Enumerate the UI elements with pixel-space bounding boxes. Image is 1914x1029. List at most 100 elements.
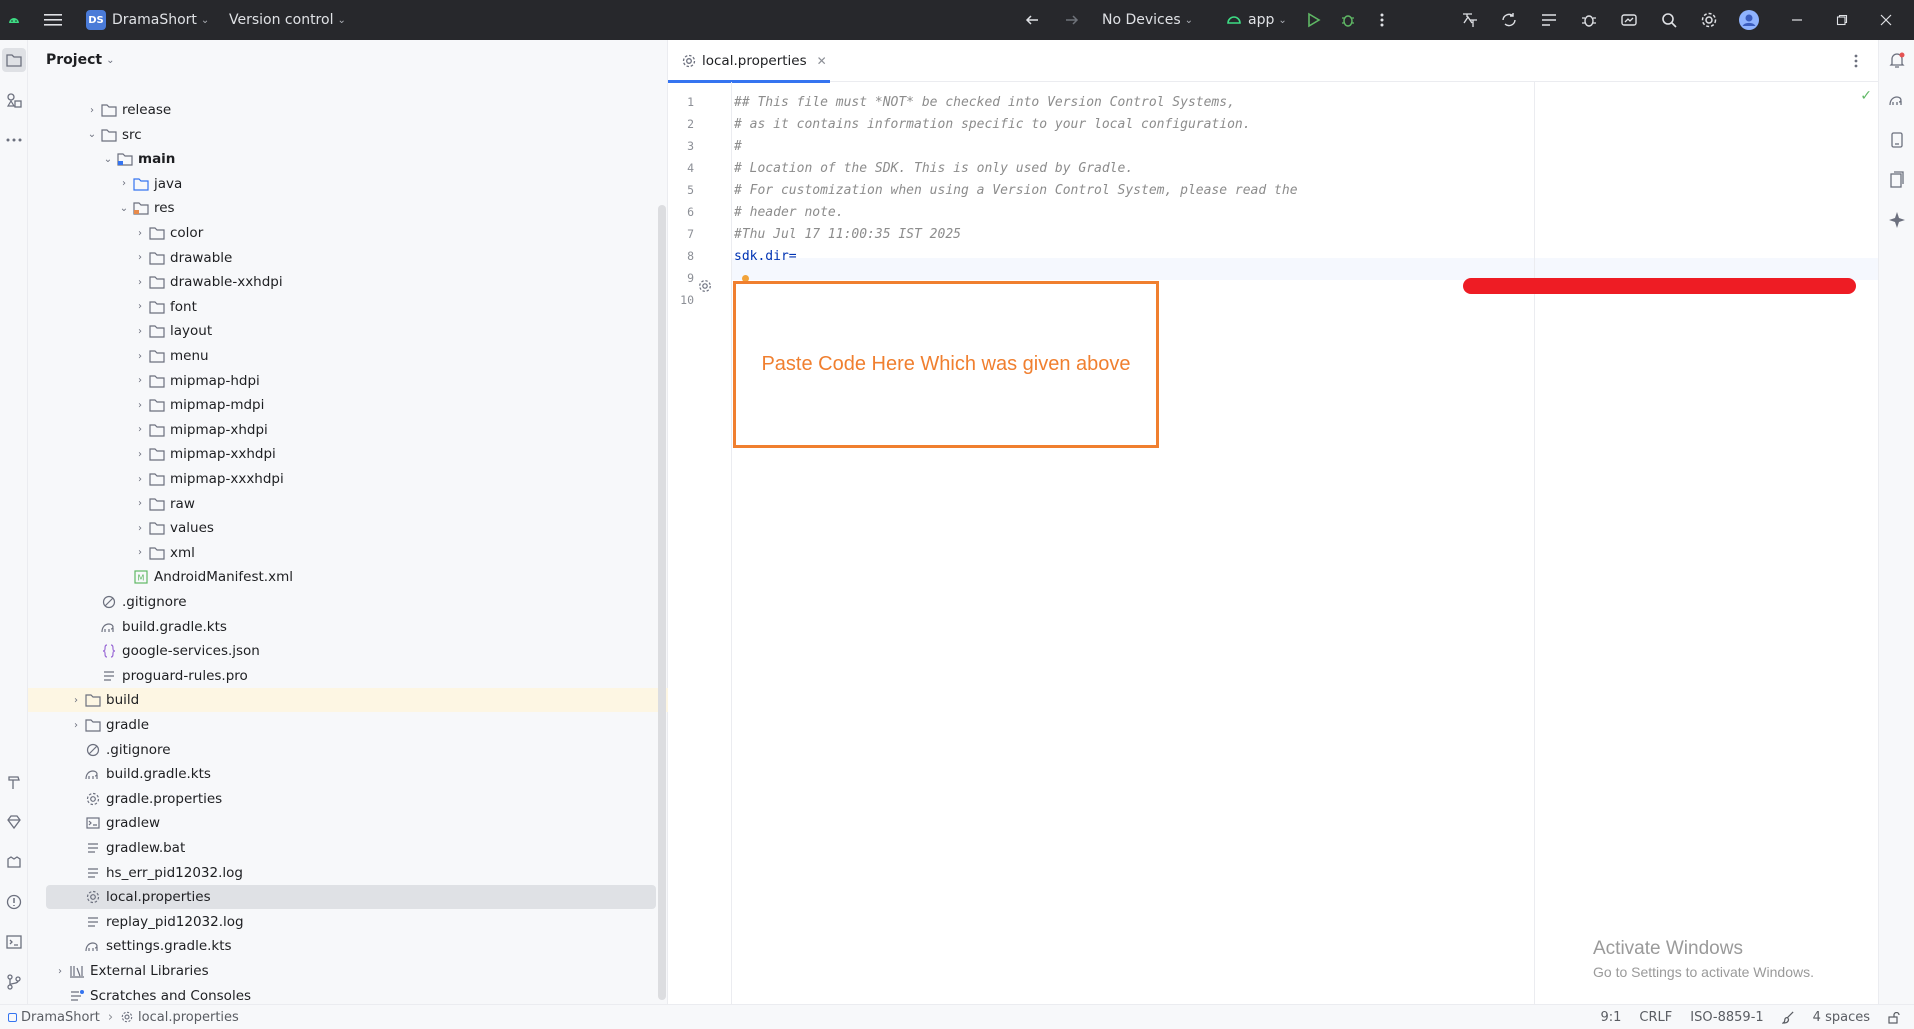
debug-icon[interactable] (1336, 8, 1360, 32)
tree-item[interactable]: › xml (28, 541, 668, 565)
run-config-selector[interactable]: app ⌄ (1226, 0, 1287, 40)
chevron-right-icon[interactable]: › (132, 498, 148, 509)
structure-icon[interactable] (1537, 8, 1561, 32)
breadcrumb-file[interactable]: local.properties (138, 1010, 239, 1025)
tab-local-properties[interactable]: local.properties ✕ (668, 40, 830, 83)
chevron-down-icon[interactable]: ⌄ (116, 203, 132, 214)
avatar[interactable] (1737, 8, 1761, 32)
problems-icon[interactable] (2, 890, 26, 914)
tree-item[interactable]: build.gradle.kts (28, 762, 668, 786)
device-selector[interactable]: No Devices ⌄ (1102, 0, 1193, 40)
chevron-right-icon[interactable]: › (116, 178, 132, 189)
forward-arrow-icon[interactable] (1060, 8, 1084, 32)
restore-icon[interactable] (1830, 8, 1854, 32)
tree-item[interactable]: ⌄ main (28, 147, 668, 171)
translate-icon[interactable] (1458, 8, 1482, 32)
file-encoding[interactable]: ISO-8859-1 (1690, 1010, 1763, 1025)
chevron-right-icon[interactable]: › (132, 474, 148, 485)
tree-item[interactable]: › drawable (28, 246, 668, 270)
tree-item[interactable]: build.gradle.kts (28, 615, 668, 639)
back-arrow-icon[interactable] (1020, 8, 1044, 32)
chevron-right-icon[interactable]: › (84, 105, 100, 116)
main-menu-icon[interactable] (41, 8, 65, 32)
minimize-icon[interactable] (1785, 8, 1809, 32)
more-vertical-icon[interactable] (1854, 53, 1858, 73)
tree-item[interactable]: › drawable-xxhdpi (28, 270, 668, 294)
tree-item[interactable]: settings.gradle.kts (28, 934, 668, 958)
tree-item[interactable]: gradle.properties (28, 787, 668, 811)
tree-item[interactable]: .gitignore (28, 590, 668, 614)
chevron-right-icon[interactable]: › (132, 252, 148, 263)
chevron-right-icon[interactable]: › (132, 326, 148, 337)
tree-item[interactable]: › mipmap-xhdpi (28, 418, 668, 442)
tree-item[interactable]: › font (28, 295, 668, 319)
chevron-right-icon[interactable]: › (132, 301, 148, 312)
tree-item[interactable]: › release (28, 98, 668, 122)
vcs-selector[interactable]: Version control ⌄ (229, 0, 346, 40)
git-branch-icon[interactable] (2, 970, 26, 994)
tree-item[interactable]: gradlew.bat (28, 836, 668, 860)
gradle-icon[interactable] (1885, 88, 1909, 112)
tree-item[interactable]: ⌄ src (28, 123, 668, 147)
tree-item[interactable]: google-services.json (28, 639, 668, 663)
tree-item[interactable]: replay_pid12032.log (28, 910, 668, 934)
project-selector[interactable]: DS DramaShort ⌄ (86, 0, 209, 40)
tree-item[interactable]: › mipmap-hdpi (28, 369, 668, 393)
indent-setting[interactable]: 4 spaces (1813, 1010, 1870, 1025)
tree-item[interactable]: .gitignore (28, 738, 668, 762)
chevron-right-icon[interactable]: › (52, 966, 68, 977)
tree-item[interactable]: gradlew (28, 811, 668, 835)
tree-item[interactable]: proguard-rules.pro (28, 664, 668, 688)
tree-item[interactable]: M AndroidManifest.xml (28, 565, 668, 589)
chevron-right-icon[interactable]: › (132, 424, 148, 435)
chevron-down-icon[interactable]: ⌄ (100, 154, 116, 165)
sync-icon[interactable] (1497, 8, 1521, 32)
run-icon[interactable] (1302, 8, 1326, 32)
chevron-right-icon[interactable]: › (132, 375, 148, 386)
bug-icon[interactable] (1577, 8, 1601, 32)
notifications-bell-icon[interactable] (1885, 48, 1909, 72)
tree-item[interactable]: › java (28, 172, 668, 196)
chevron-right-icon[interactable]: › (68, 720, 84, 731)
chevron-right-icon[interactable]: › (132, 523, 148, 534)
logcat-icon[interactable] (2, 850, 26, 874)
tree-item[interactable]: › mipmap-mdpi (28, 393, 668, 417)
close-icon[interactable] (1874, 8, 1898, 32)
tree-item[interactable]: › build (28, 688, 668, 713)
search-icon[interactable] (1657, 8, 1681, 32)
tree-item[interactable]: › menu (28, 344, 668, 368)
sparkle-icon[interactable] (1885, 208, 1909, 232)
chevron-right-icon[interactable]: › (132, 400, 148, 411)
project-tool-folder-icon[interactable] (2, 48, 26, 72)
device-file-icon[interactable] (1885, 128, 1909, 152)
tree-item[interactable]: hs_err_pid12032.log (28, 861, 668, 885)
lock-icon[interactable] (1888, 1011, 1900, 1024)
gem-icon[interactable] (2, 810, 26, 834)
tree-item[interactable]: local.properties (46, 885, 656, 910)
tree-item[interactable]: › gradle (28, 713, 668, 737)
tree-item[interactable]: › mipmap-xxhdpi (28, 442, 668, 466)
tree-item[interactable]: › External Libraries (28, 959, 668, 983)
line-separator[interactable]: CRLF (1639, 1010, 1672, 1025)
project-scrollbar[interactable] (658, 205, 666, 1000)
terminal-icon[interactable] (2, 930, 26, 954)
breadcrumb-project[interactable]: DramaShort (21, 1010, 100, 1025)
device-manager-icon[interactable] (1617, 8, 1641, 32)
tree-item[interactable]: › raw (28, 492, 668, 516)
tree-item[interactable]: › mipmap-xxxhdpi (28, 467, 668, 491)
tree-item[interactable]: › layout (28, 319, 668, 343)
gear-icon[interactable] (698, 279, 712, 297)
chevron-down-icon[interactable]: ⌄ (84, 129, 100, 140)
chevron-right-icon[interactable]: › (132, 228, 148, 239)
clipboard-icon[interactable] (1885, 168, 1909, 192)
tree-item[interactable]: › color (28, 221, 668, 245)
chevron-right-icon[interactable]: › (132, 547, 148, 558)
gear-icon[interactable] (1697, 8, 1721, 32)
more-vertical-icon[interactable] (1370, 8, 1394, 32)
chevron-right-icon[interactable]: › (132, 449, 148, 460)
chevron-right-icon[interactable]: › (68, 695, 84, 706)
chevron-right-icon[interactable]: › (132, 351, 148, 362)
project-panel-header[interactable]: Project ⌄ (28, 40, 668, 80)
resource-manager-icon[interactable] (2, 88, 26, 112)
tab-close-icon[interactable]: ✕ (817, 54, 827, 68)
